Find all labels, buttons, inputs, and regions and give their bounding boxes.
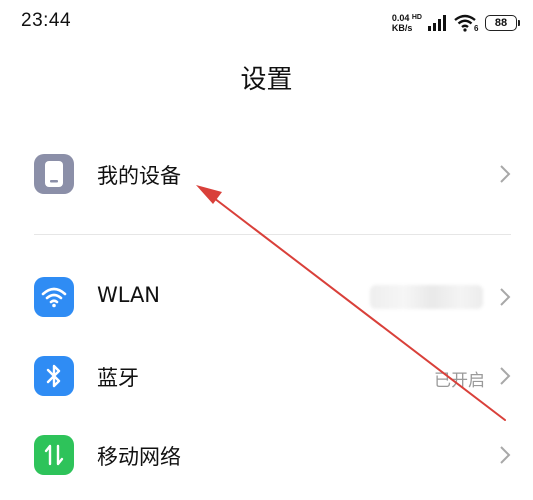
hd-label: HD: [411, 14, 422, 21]
bluetooth-status: 已开启: [434, 371, 485, 391]
battery-indicator: 88: [485, 15, 520, 31]
status-icons: 0.04 HD KB/s 6 88: [392, 10, 520, 36]
chevron-right-icon: [500, 446, 511, 464]
cell-signal-icon: [428, 15, 446, 31]
wifi-icon: [34, 277, 74, 317]
wifi-status-icon: 6: [454, 14, 480, 33]
battery-level: 88: [494, 17, 508, 29]
wifi-badge: 6: [474, 24, 479, 32]
bluetooth-icon: [34, 356, 74, 396]
page-title: 设置: [240, 65, 293, 95]
chevron-right-icon: [500, 165, 511, 183]
wlan-network-name-blurred: [370, 285, 483, 309]
section-divider: [34, 234, 511, 235]
network-speed-value: 0.04: [391, 13, 410, 23]
settings-item-mobile-network[interactable]: 移动网络: [0, 425, 533, 485]
network-speed-unit: KB/s: [391, 23, 413, 33]
settings-item-label: 蓝牙: [97, 366, 139, 390]
settings-item-my-device[interactable]: 我的设备: [0, 144, 533, 204]
chevron-right-icon: [500, 288, 511, 306]
status-bar: 23:44 0.04 HD KB/s 6 88: [0, 0, 533, 44]
settings-item-label: 我的设备: [97, 164, 181, 188]
phone-icon: [34, 154, 74, 194]
status-time: 23:44: [21, 10, 72, 31]
settings-item-bluetooth[interactable]: 蓝牙 已开启: [0, 346, 533, 406]
network-speed: 0.04 HD KB/s: [392, 13, 422, 33]
settings-item-label: 移动网络: [97, 445, 181, 469]
settings-item-label: WLAN: [97, 283, 161, 307]
mobile-network-icon: [34, 435, 74, 475]
chevron-right-icon: [500, 367, 511, 385]
